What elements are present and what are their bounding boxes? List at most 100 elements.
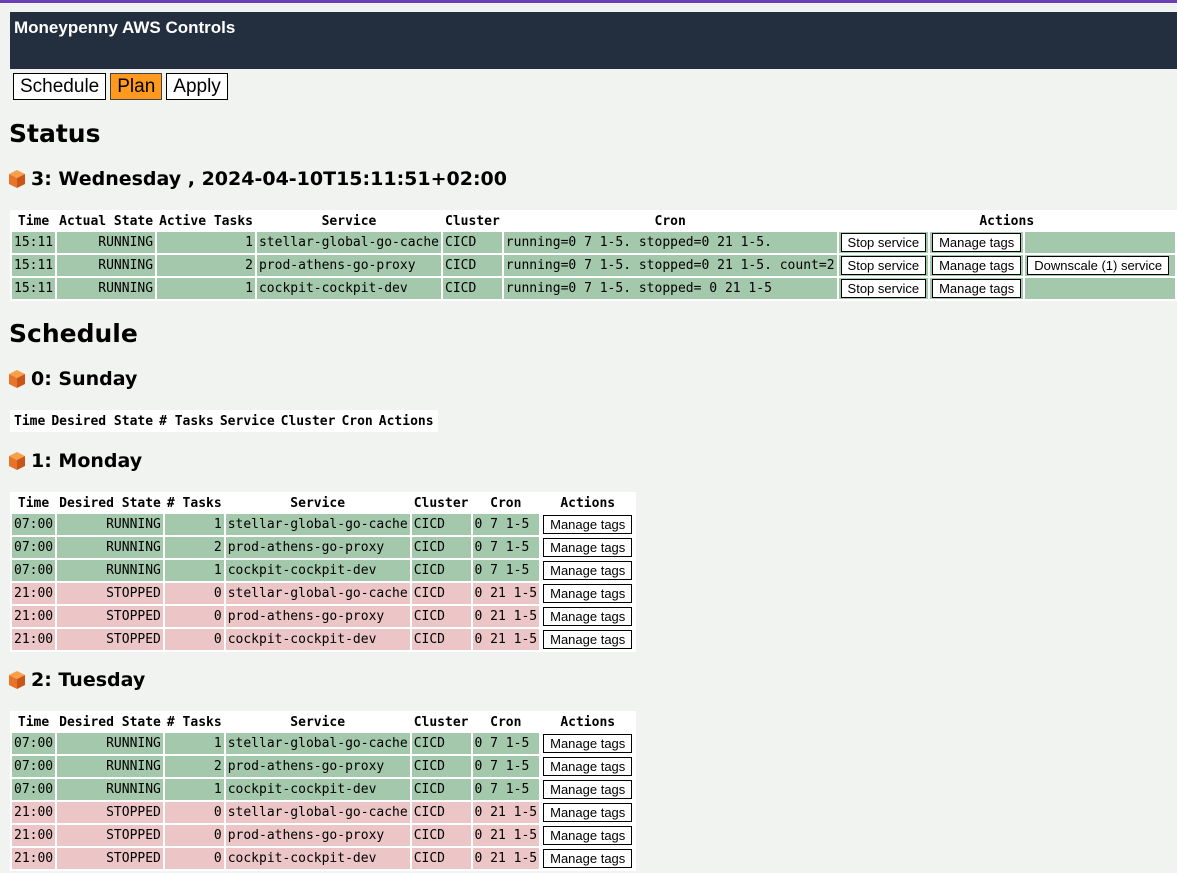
cell-time: 07:00 — [12, 514, 56, 535]
cell-tasks: 0 — [164, 825, 224, 846]
col-desired-state: Desired State — [51, 413, 154, 429]
manage-tags-button[interactable]: Manage tags — [543, 757, 633, 776]
manage-tags-button[interactable]: Manage tags — [543, 630, 633, 649]
manage-tags-button[interactable]: Manage tags — [543, 584, 633, 603]
cell-service: prod-athens-go-proxy — [225, 825, 410, 846]
cell-cluster: CICD — [411, 848, 471, 869]
manage-tags-button[interactable]: Manage tags — [932, 256, 1022, 275]
cell-state: STOPPED — [57, 848, 163, 869]
cell-state: RUNNING — [57, 756, 163, 777]
day-label: 2: Tuesday — [31, 669, 146, 691]
cell-action-stop: Stop service — [838, 278, 929, 299]
cell-cron: 0 7 1-5 — [472, 560, 540, 581]
cell-cluster: CICD — [411, 629, 471, 650]
cell-cluster: CICD — [443, 232, 502, 253]
manage-tags-button[interactable]: Manage tags — [543, 826, 633, 845]
day-heading-sunday: 0: Sunday — [9, 368, 137, 390]
nav-schedule-button[interactable]: Schedule — [13, 73, 107, 100]
cell-cron: 0 21 1-5 — [472, 583, 540, 604]
col-cron: Cron — [490, 714, 522, 730]
cell-tasks: 1 — [164, 733, 224, 754]
manage-tags-button[interactable]: Manage tags — [543, 538, 633, 557]
col-tasks: # Tasks — [159, 413, 214, 429]
cell-service: stellar-global-go-cache — [225, 802, 410, 823]
cell-tasks: 1 — [164, 560, 224, 581]
cell-cron: 0 7 1-5 — [472, 756, 540, 777]
col-cluster: Cluster — [413, 495, 469, 511]
cell-action-downscale: Downscale (1) service — [1025, 255, 1175, 276]
cell-cron: 0 21 1-5 — [472, 848, 540, 869]
cell-action: Manage tags — [541, 537, 635, 558]
cell-action-empty — [1025, 232, 1175, 253]
cube-icon — [9, 370, 25, 388]
col-cron: Cron — [341, 413, 373, 429]
stop-service-button[interactable]: Stop service — [840, 256, 927, 275]
manage-tags-button[interactable]: Manage tags — [543, 734, 633, 753]
cell-state: RUNNING — [57, 232, 156, 253]
cell-cron: running=0 7 1-5. stopped= 0 21 1-5 — [503, 278, 837, 299]
cell-state: STOPPED — [57, 583, 163, 604]
status-day-label: 3: Wednesday , 2024-04-10T15:11:51+02:00 — [31, 168, 508, 190]
cell-tasks: 0 — [164, 583, 224, 604]
cell-tasks: 0 — [164, 848, 224, 869]
cell-state: RUNNING — [57, 733, 163, 754]
nav-apply-button[interactable]: Apply — [166, 73, 228, 100]
table-row: 07:00 RUNNING 2 prod-athens-go-proxy CICD 0 7… — [12, 537, 635, 558]
col-actual-state: Actual State — [59, 213, 154, 229]
cell-cluster: CICD — [411, 560, 471, 581]
cell-time: 07:00 — [12, 733, 56, 754]
main-nav: Schedule Plan Apply — [13, 73, 228, 100]
cell-state: STOPPED — [57, 606, 163, 627]
manage-tags-button[interactable]: Manage tags — [543, 803, 633, 822]
cell-action: Manage tags — [541, 802, 635, 823]
manage-tags-button[interactable]: Manage tags — [543, 561, 633, 580]
cell-cluster: CICD — [411, 825, 471, 846]
cube-icon — [9, 671, 25, 689]
col-time: Time — [14, 413, 46, 429]
cell-tasks: 1 — [157, 232, 255, 253]
table-row: 21:00 STOPPED 0 stellar-global-go-cache CICD… — [12, 583, 635, 604]
table-row: 21:00 STOPPED 0 stellar-global-go-cache CICD… — [12, 802, 635, 823]
cell-action: Manage tags — [541, 560, 635, 581]
table-row: 21:00 STOPPED 0 cockpit-cockpit-dev CICD 0 21… — [12, 629, 635, 650]
cell-time: 15:11 — [12, 255, 56, 276]
nav-plan-button[interactable]: Plan — [110, 73, 163, 100]
table-header-row: Time Desired State # Tasks Service Clust… — [12, 412, 436, 430]
app-header: Moneypenny AWS Controls — [10, 12, 1177, 69]
cell-service: prod-athens-go-proxy — [256, 255, 441, 276]
cell-cron: 0 21 1-5 — [472, 825, 540, 846]
col-cron: Cron — [654, 213, 686, 229]
cell-action: Manage tags — [541, 825, 635, 846]
col-active-tasks: Active Tasks — [159, 213, 253, 229]
manage-tags-button[interactable]: Manage tags — [932, 279, 1022, 298]
col-time: Time — [17, 714, 50, 730]
stop-service-button[interactable]: Stop service — [840, 279, 927, 298]
table-header-row: Time Desired State # Tasks Service Clust… — [12, 713, 634, 731]
col-desired-state: Desired State — [59, 495, 161, 511]
cell-action: Manage tags — [541, 583, 635, 604]
cell-cron: 0 21 1-5 — [472, 606, 540, 627]
cell-cluster: CICD — [411, 583, 471, 604]
manage-tags-button[interactable]: Manage tags — [543, 849, 633, 868]
cell-time: 21:00 — [12, 848, 56, 869]
status-table: Time Actual State Active Tasks Service C… — [10, 210, 1177, 301]
stop-service-button[interactable]: Stop service — [840, 233, 927, 252]
cell-time: 21:00 — [12, 606, 56, 627]
cell-service: cockpit-cockpit-dev — [225, 629, 410, 650]
cell-tasks: 1 — [164, 514, 224, 535]
cell-cluster: CICD — [443, 278, 502, 299]
cell-action-stop: Stop service — [838, 232, 929, 253]
cell-action-stop: Stop service — [838, 255, 929, 276]
cell-cron: 0 7 1-5 — [472, 779, 540, 800]
manage-tags-button[interactable]: Manage tags — [543, 607, 633, 626]
cell-action: Manage tags — [541, 779, 635, 800]
manage-tags-button[interactable]: Manage tags — [543, 515, 633, 534]
table-row: 21:00 STOPPED 0 prod-athens-go-proxy CICD 0 2… — [12, 825, 635, 846]
cell-service: prod-athens-go-proxy — [225, 537, 410, 558]
cube-icon — [9, 170, 25, 188]
downscale-service-button[interactable]: Downscale (1) service — [1027, 256, 1170, 275]
table-row: 07:00 RUNNING 1 stellar-global-go-cache CICD… — [12, 733, 635, 754]
manage-tags-button[interactable]: Manage tags — [932, 233, 1022, 252]
col-tasks: # Tasks — [166, 714, 222, 730]
manage-tags-button[interactable]: Manage tags — [543, 780, 633, 799]
